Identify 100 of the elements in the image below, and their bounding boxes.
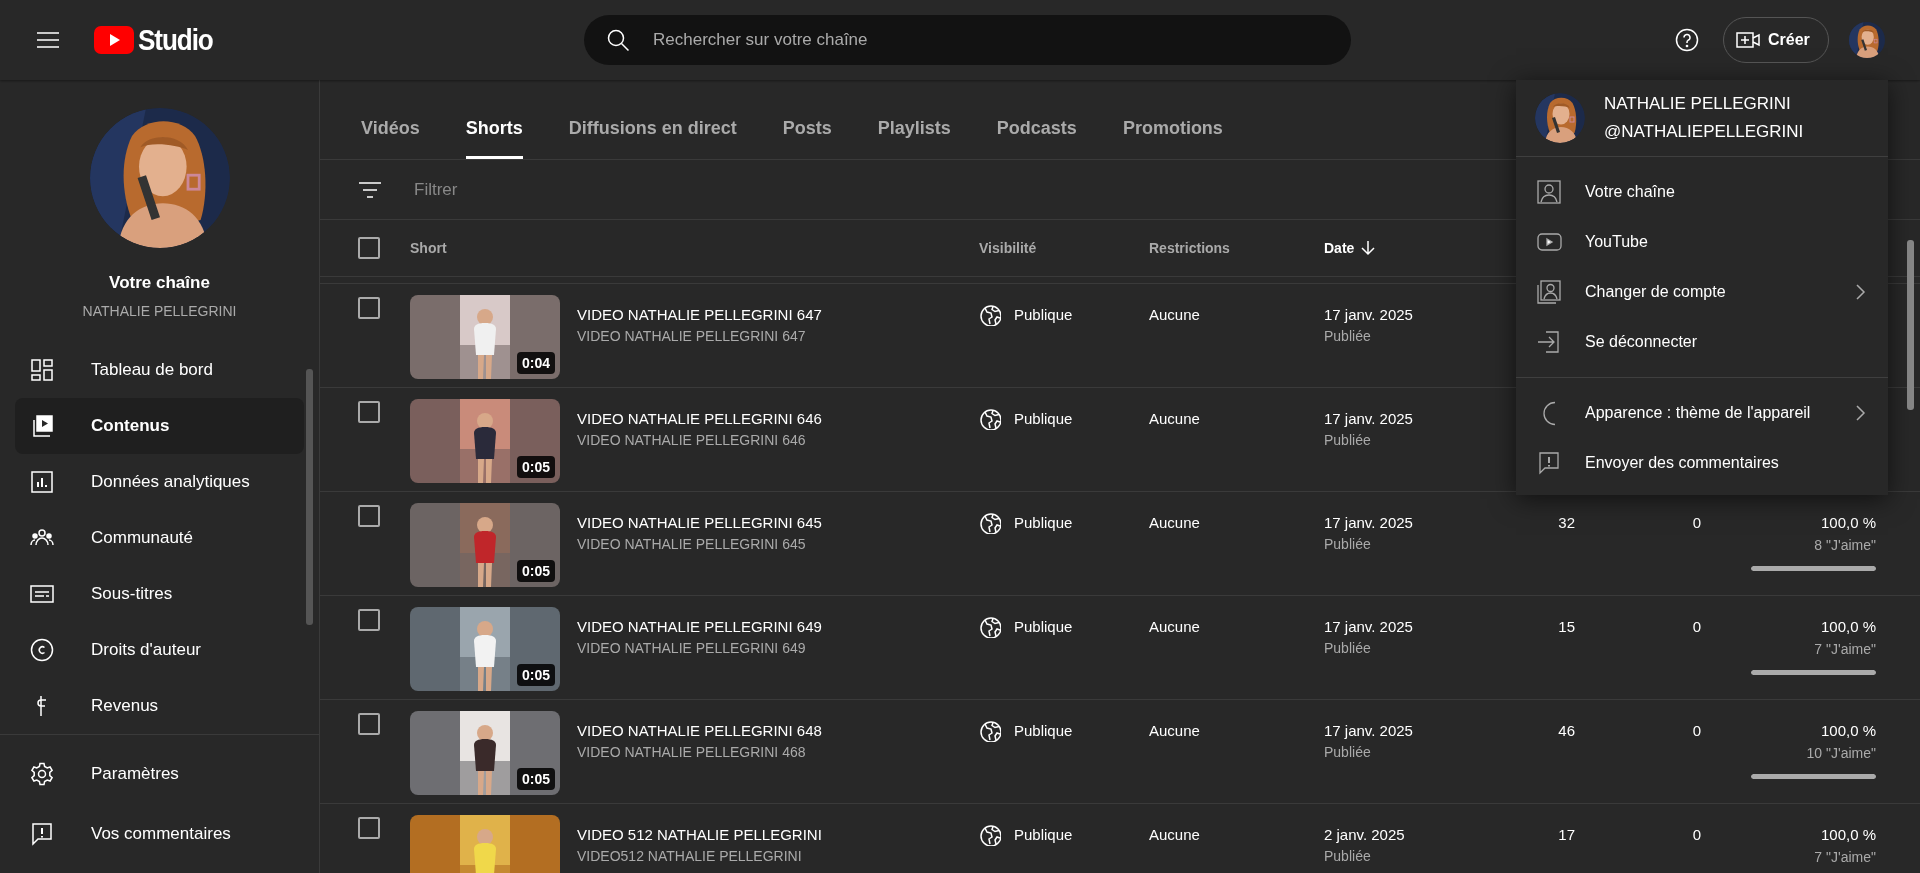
visibility-label[interactable]: Publique xyxy=(1014,722,1073,739)
video-description: VIDEO NATHALIE PELLEGRINI 646 xyxy=(577,432,807,448)
duration-label: 0:05 xyxy=(516,456,555,478)
nav-item[interactable]: Données analytiques xyxy=(15,454,304,510)
nav-item[interactable]: Paramètres xyxy=(15,744,304,804)
checkbox[interactable] xyxy=(358,237,380,259)
visibility-label[interactable]: Publique xyxy=(1014,410,1073,427)
nav-item[interactable]: Revenus xyxy=(15,678,304,734)
menu-item[interactable]: Se déconnecter xyxy=(1516,317,1888,367)
nav-item[interactable]: Contenus xyxy=(15,398,304,454)
video-description: VIDEO NATHALIE PELLEGRINI 645 xyxy=(577,536,807,552)
date-label: 17 janv. 2025 xyxy=(1324,410,1414,427)
studio-logo[interactable]: Studio xyxy=(94,23,221,57)
comments-count: 0 xyxy=(1692,618,1701,635)
restrictions-label: Aucune xyxy=(1149,410,1200,427)
visibility-label[interactable]: Publique xyxy=(1014,306,1073,323)
dollar-icon xyxy=(37,695,47,717)
checkbox[interactable] xyxy=(358,505,380,527)
menu-item[interactable]: Apparence : thème de l'appareil xyxy=(1516,388,1888,438)
nav-item[interactable]: Droits d'auteur xyxy=(15,622,304,678)
tab[interactable]: Posts xyxy=(782,80,832,159)
duration-label: 0:05 xyxy=(516,768,555,790)
duration-label: 0:04 xyxy=(516,352,555,374)
column-header[interactable]: Date xyxy=(1324,240,1475,256)
menu-item[interactable]: YouTube xyxy=(1516,217,1888,267)
video-title[interactable]: VIDEO 512 NATHALIE PELLEGRINI xyxy=(577,826,822,843)
dashboard-icon xyxy=(30,358,54,382)
checkbox[interactable] xyxy=(358,713,380,735)
duration-label: 0:05 xyxy=(516,664,555,686)
views-count: 17 xyxy=(1558,826,1575,843)
person-icon xyxy=(1537,179,1562,205)
column-header[interactable]: Short xyxy=(410,240,979,256)
video-description: VIDEO NATHALIE PELLEGRINI 647 xyxy=(577,328,807,344)
copyright-icon xyxy=(30,638,54,662)
chevron-icon xyxy=(1856,284,1866,300)
video-title[interactable]: VIDEO NATHALIE PELLEGRINI 648 xyxy=(577,722,822,739)
tab[interactable]: Promotions xyxy=(1122,80,1223,159)
nav-item[interactable]: Vos commentaires xyxy=(15,804,304,864)
likes-count: 8 "J'aime" xyxy=(1814,537,1876,553)
video-title[interactable]: VIDEO NATHALIE PELLEGRINI 649 xyxy=(577,618,822,635)
comments-count: 0 xyxy=(1692,826,1701,843)
globe-icon xyxy=(979,616,1001,638)
nav-item[interactable]: Sous-titres xyxy=(15,566,304,622)
column-header[interactable]: Restrictions xyxy=(1149,240,1324,256)
likes-ratio: 100,0 % xyxy=(1820,618,1876,635)
date-label: 2 janv. 2025 xyxy=(1324,826,1406,843)
menu-item[interactable]: Votre chaîne xyxy=(1516,167,1888,217)
nav-item[interactable]: Tableau de bord xyxy=(15,342,304,398)
nav-item[interactable]: Communauté xyxy=(15,510,304,566)
play-logo-icon xyxy=(94,26,134,54)
likes-count: 7 "J'aime" xyxy=(1814,641,1876,657)
video-description: VIDEO NATHALIE PELLEGRINI 649 xyxy=(577,640,807,656)
scrollbar-thumb[interactable] xyxy=(1907,240,1914,410)
accounts-icon xyxy=(1537,279,1562,305)
column-header[interactable]: Visibilité xyxy=(979,240,1149,256)
account-handle: @NATHALIEPELLEGRINI xyxy=(1604,122,1804,142)
status-label: Publiée xyxy=(1324,432,1372,448)
tab[interactable]: Shorts xyxy=(465,80,523,159)
video-title[interactable]: VIDEO NATHALIE PELLEGRINI 647 xyxy=(577,306,822,323)
video-title[interactable]: VIDEO NATHALIE PELLEGRINI 646 xyxy=(577,410,822,427)
comments-count: 0 xyxy=(1692,514,1701,531)
video-title[interactable]: VIDEO NATHALIE PELLEGRINI 645 xyxy=(577,514,822,531)
search-field[interactable]: Rechercher sur votre chaîne xyxy=(584,15,1351,65)
visibility-label[interactable]: Publique xyxy=(1014,618,1073,635)
tab[interactable]: Playlists xyxy=(877,80,951,159)
status-label: Publiée xyxy=(1324,536,1372,552)
likes-ratio: 100,0 % xyxy=(1820,514,1876,531)
date-label: 17 janv. 2025 xyxy=(1324,722,1414,739)
views-count: 15 xyxy=(1558,618,1575,635)
visibility-label[interactable]: Publique xyxy=(1014,514,1073,531)
feedback-icon xyxy=(30,822,54,846)
views-count: 46 xyxy=(1558,722,1575,739)
globe-icon xyxy=(979,512,1001,534)
menu-item[interactable]: Envoyer des commentaires xyxy=(1516,438,1888,488)
menu-item[interactable]: Changer de compte xyxy=(1516,267,1888,317)
restrictions-label: Aucune xyxy=(1149,618,1200,635)
checkbox[interactable] xyxy=(358,817,380,839)
help-icon xyxy=(1675,28,1699,52)
settings-icon xyxy=(30,762,54,786)
tab[interactable]: Diffusions en direct xyxy=(568,80,737,159)
tab[interactable]: Podcasts xyxy=(996,80,1077,159)
likes-count: 7 "J'aime" xyxy=(1814,849,1876,865)
date-label: 17 janv. 2025 xyxy=(1324,514,1414,531)
tab[interactable]: Vidéos xyxy=(361,80,420,159)
checkbox[interactable] xyxy=(358,297,380,319)
chevron-icon xyxy=(1856,405,1866,421)
date-label: 17 janv. 2025 xyxy=(1324,306,1414,323)
globe-icon xyxy=(979,408,1001,430)
scrollbar-thumb[interactable] xyxy=(306,369,313,625)
checkbox[interactable] xyxy=(358,401,380,423)
filter-field[interactable]: Filtrer xyxy=(412,178,816,201)
globe-icon xyxy=(979,304,1001,326)
visibility-label[interactable]: Publique xyxy=(1014,826,1073,843)
account-button[interactable] xyxy=(1848,22,1885,58)
chart-icon xyxy=(30,470,54,494)
globe-icon xyxy=(979,824,1001,846)
account-name: NATHALIE PELLEGRINI xyxy=(1604,94,1792,114)
restrictions-label: Aucune xyxy=(1149,826,1200,843)
checkbox[interactable] xyxy=(358,609,380,631)
date-label: 17 janv. 2025 xyxy=(1324,618,1414,635)
